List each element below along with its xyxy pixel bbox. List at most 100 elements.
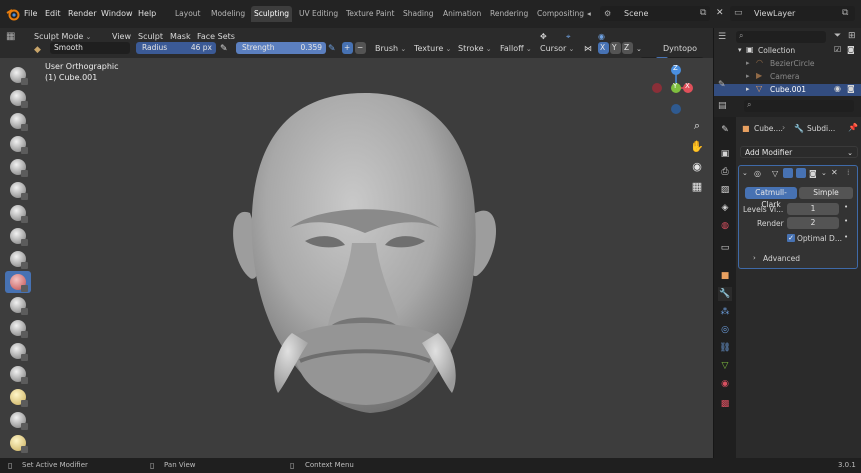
zoom-icon[interactable]: ⌕ bbox=[689, 118, 705, 134]
levels-viewport-field[interactable]: 1 bbox=[787, 203, 839, 215]
view-layer-tab-icon[interactable]: ▨ bbox=[718, 183, 732, 197]
brush-thumb-icon[interactable] bbox=[5, 409, 31, 431]
tab-shading[interactable]: Shading bbox=[400, 6, 436, 22]
3d-viewport[interactable]: User Orthographic (1) Cube.001 Z X Y ⌕ ✋… bbox=[0, 58, 713, 458]
brush-layer-icon[interactable] bbox=[5, 156, 31, 178]
optimal-display-checkbox[interactable]: ✓ bbox=[787, 234, 795, 242]
workspace-scroll-icon[interactable]: ◂ bbox=[584, 6, 594, 22]
brush-scrape-icon[interactable] bbox=[5, 248, 31, 270]
show-in-editmode-icon[interactable]: ▽ bbox=[772, 169, 778, 178]
symmetry-y-toggle[interactable]: Y bbox=[610, 42, 621, 54]
menu-render[interactable]: Render bbox=[68, 9, 96, 18]
brush-draw-sharp-icon[interactable] bbox=[5, 87, 31, 109]
new-viewlayer-icon[interactable]: ⧉ bbox=[842, 8, 848, 18]
strength-pressure-icon[interactable]: ✎ bbox=[328, 42, 336, 56]
show-in-render-icon[interactable] bbox=[796, 168, 806, 178]
brush-blob-icon[interactable] bbox=[5, 202, 31, 224]
brush-flatten-icon[interactable] bbox=[5, 294, 31, 316]
catmull-clark-button[interactable]: Catmull-Clark bbox=[745, 187, 797, 209]
menu-window[interactable]: Window bbox=[101, 9, 133, 18]
brush-grab-icon[interactable] bbox=[5, 363, 31, 385]
symmetry-x-toggle[interactable]: X bbox=[598, 42, 609, 54]
render-tab-icon[interactable]: ▣ bbox=[718, 147, 732, 161]
brush-snake-hook-icon[interactable] bbox=[5, 386, 31, 408]
viewlayer-selector[interactable]: ▭ ViewLayer ⧉ bbox=[730, 6, 855, 21]
animate-dot-icon[interactable]: • bbox=[844, 203, 848, 211]
expand-icon[interactable]: ▸ bbox=[746, 59, 750, 67]
simple-button[interactable]: Simple bbox=[799, 187, 853, 199]
new-scene-icon[interactable]: ⧉ bbox=[700, 8, 706, 18]
show-in-viewport-icon[interactable] bbox=[783, 168, 793, 178]
tab-compositing[interactable]: Compositing bbox=[534, 6, 587, 22]
advanced-section[interactable]: Advanced bbox=[763, 254, 800, 263]
tool-tab-icon[interactable]: ✎ bbox=[718, 123, 732, 137]
tab-animation[interactable]: Animation bbox=[440, 6, 484, 22]
menu-help[interactable]: Help bbox=[138, 9, 156, 18]
brush-mask-icon[interactable] bbox=[5, 432, 31, 454]
modifier-tab-icon[interactable]: 🔧 bbox=[718, 287, 732, 301]
brush-name-field[interactable]: Smooth bbox=[50, 42, 130, 54]
outliner-row-cube[interactable]: ▸ ▽ Cube.001 ◉ ◙ bbox=[714, 84, 861, 96]
collapse-icon[interactable]: ⌄ bbox=[742, 169, 748, 177]
filter-icon[interactable]: ⏷ bbox=[834, 31, 841, 41]
menu-edit[interactable]: Edit bbox=[45, 9, 61, 18]
brush-dropdown[interactable]: Brush bbox=[375, 42, 406, 56]
stroke-dropdown[interactable]: Stroke bbox=[458, 42, 492, 56]
cursor-dropdown[interactable]: Cursor bbox=[540, 42, 574, 56]
brush-fill-icon[interactable] bbox=[5, 317, 31, 339]
scene-selector[interactable]: ⚙ Scene ⧉ bbox=[600, 6, 710, 21]
tab-layout[interactable]: Layout bbox=[172, 6, 204, 22]
expand-icon[interactable]: ▸ bbox=[746, 72, 750, 80]
brush-draw-icon[interactable] bbox=[5, 64, 31, 86]
world-tab-icon[interactable]: ◍ bbox=[718, 219, 732, 233]
add-modifier-dropdown[interactable]: Add Modifier ⌄ bbox=[740, 146, 858, 158]
remove-modifier-icon[interactable]: ✕ bbox=[831, 168, 838, 177]
camera-visibility-icon[interactable]: ◙ bbox=[847, 84, 855, 93]
symmetry-z-toggle[interactable]: Z bbox=[622, 42, 633, 54]
tab-uv-editing[interactable]: UV Editing bbox=[296, 6, 341, 22]
properties-search-input[interactable]: ⌕ bbox=[744, 100, 854, 112]
modifier-menu-icon[interactable]: ⌄ bbox=[821, 169, 827, 177]
direction-subtract-button[interactable]: − bbox=[355, 42, 366, 54]
brush-clay-strips-icon[interactable] bbox=[5, 133, 31, 155]
data-tab-icon[interactable]: ▽ bbox=[718, 359, 732, 373]
eye-icon[interactable]: ◉ bbox=[834, 84, 841, 93]
animate-dot-icon[interactable]: • bbox=[844, 217, 848, 225]
object-tab-icon[interactable]: ■ bbox=[718, 269, 732, 283]
camera-icon[interactable]: ◙ bbox=[809, 169, 817, 178]
scene-tab-icon[interactable]: ◈ bbox=[718, 201, 732, 215]
camera-visibility-icon[interactable]: ◙ bbox=[847, 45, 855, 54]
outliner-row-camera[interactable]: ▸ ▶ Camera bbox=[714, 71, 861, 83]
collection-tab-icon[interactable]: ▭ bbox=[718, 241, 732, 255]
dyntopo-label[interactable]: Dyntopo bbox=[663, 42, 697, 56]
strength-slider[interactable]: Strength 0.359 bbox=[236, 42, 326, 54]
brush-crease-icon[interactable] bbox=[5, 225, 31, 247]
brush-edit-icon[interactable]: ✎ bbox=[718, 80, 726, 90]
symmetry-icon[interactable]: ⋈ bbox=[584, 42, 592, 56]
render-levels-field[interactable]: 2 bbox=[787, 217, 839, 229]
drag-handle-icon[interactable]: ⁞ bbox=[847, 168, 850, 177]
blender-logo-icon[interactable] bbox=[6, 7, 20, 21]
outliner-editor-icon[interactable]: ☰ bbox=[718, 32, 726, 42]
symmetry-options-icon[interactable]: ⌄ bbox=[636, 42, 642, 56]
pin-icon[interactable]: 📌 bbox=[848, 123, 858, 132]
tab-rendering[interactable]: Rendering bbox=[487, 6, 531, 22]
physics-tab-icon[interactable]: ◎ bbox=[718, 323, 732, 337]
tab-modeling[interactable]: Modeling bbox=[208, 6, 248, 22]
brush-clay-icon[interactable] bbox=[5, 110, 31, 132]
brush-pinch-icon[interactable] bbox=[5, 340, 31, 362]
menu-file[interactable]: File bbox=[24, 9, 37, 18]
texture-tab-icon[interactable]: ▩ bbox=[718, 397, 732, 411]
material-tab-icon[interactable]: ◉ bbox=[718, 377, 732, 391]
outliner-row-beziercircle[interactable]: ▸ ◠ BezierCircle bbox=[714, 58, 861, 70]
animate-dot-icon[interactable]: • bbox=[844, 233, 848, 241]
sculpted-head-model[interactable] bbox=[220, 93, 510, 423]
tab-sculpting[interactable]: Sculpting bbox=[251, 6, 293, 22]
expand-icon[interactable]: › bbox=[753, 254, 756, 262]
checkbox-icon[interactable]: ☑ bbox=[834, 45, 841, 54]
remove-scene-icon[interactable]: ✕ bbox=[716, 8, 724, 18]
constraints-tab-icon[interactable]: ⛓ bbox=[718, 341, 732, 355]
tab-texture-paint[interactable]: Texture Paint bbox=[343, 6, 397, 22]
outliner-search-input[interactable]: ⌕ bbox=[736, 31, 826, 43]
expand-icon[interactable]: ▸ bbox=[746, 85, 750, 93]
